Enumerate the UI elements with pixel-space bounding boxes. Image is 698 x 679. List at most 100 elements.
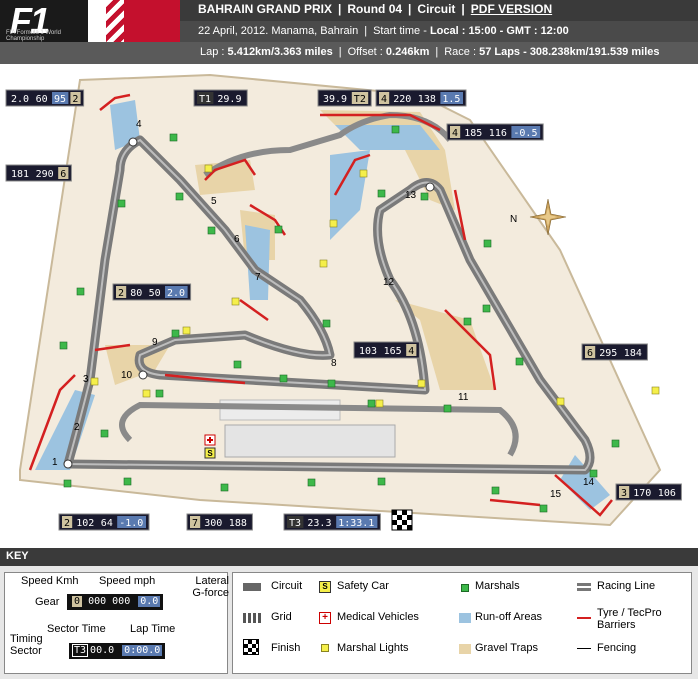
telemetry-value: 1:33.1 xyxy=(338,518,374,529)
bahrain-flag xyxy=(88,0,180,42)
marshal-post xyxy=(100,429,109,438)
key-circuit: Circuit xyxy=(271,580,303,592)
telemetry-value: 4 xyxy=(452,128,458,139)
telemetry-box-1: 2.0 60 95 2 xyxy=(5,89,85,107)
lap-length: 5.412km/3.363 miles xyxy=(227,46,333,58)
key-tyre: Tyre / TecPro Barriers xyxy=(597,607,662,631)
marshal-post xyxy=(63,479,72,488)
telemetry-value: 95 xyxy=(54,94,66,105)
telemetry-value: 6 xyxy=(60,169,66,180)
stats-row: Lap : 5.412km/3.363 miles | Offset : 0.246… xyxy=(0,42,698,64)
telemetry-value: 1.5 xyxy=(442,94,460,105)
turn-1-label: 1 xyxy=(52,457,58,468)
telemetry-box-4: 39.9 T2 xyxy=(317,89,372,107)
telemetry-value: 29.9 xyxy=(217,94,241,105)
fencing-key-icon xyxy=(577,648,591,649)
telemetry-value: -0.5 xyxy=(513,128,537,139)
pdf-version-link[interactable]: PDF VERSION xyxy=(471,2,552,16)
turn-4-marker xyxy=(128,137,138,147)
sample-timing-box: T3 00.0 0:00.0 xyxy=(69,643,166,659)
marshal-post xyxy=(207,226,216,235)
marshal-light xyxy=(375,399,384,408)
turn-1-marker xyxy=(63,459,73,469)
finish-icon xyxy=(243,639,259,655)
telemetry-value: 295 xyxy=(599,348,617,359)
marshal-post xyxy=(327,379,336,388)
key-safety-car: Safety Car xyxy=(337,580,389,592)
telemetry-box-3: T1 29.9 xyxy=(193,89,248,107)
circuit-map: S N 123456789101112131415 2.0 60 95 2181 290… xyxy=(0,68,698,543)
racing-line-key-icon xyxy=(577,583,591,591)
marshal-post xyxy=(377,477,386,486)
turn-6-label: 6 xyxy=(234,234,240,245)
turn-13-marker xyxy=(425,182,435,192)
marshal-post xyxy=(233,360,242,369)
telemetry-value: 50 xyxy=(149,288,161,299)
marshal-light xyxy=(142,389,151,398)
marshal-post xyxy=(220,483,229,492)
marshal-light xyxy=(417,379,426,388)
telemetry-box-12: T3 23.3 1:33.1 xyxy=(283,513,381,531)
marshal-key-icon xyxy=(461,584,469,592)
telemetry-value: 80 xyxy=(130,288,142,299)
race-title: BAHRAIN GRAND PRIX xyxy=(198,2,333,16)
telemetry-value: 4 xyxy=(381,94,387,105)
marshal-post xyxy=(171,329,180,338)
marshal-post xyxy=(483,239,492,248)
key-grid: Grid xyxy=(271,611,292,623)
marshal-post xyxy=(377,189,386,198)
turn-4-label: 4 xyxy=(136,119,142,130)
grid-icon xyxy=(243,613,261,623)
telemetry-value: 181 xyxy=(11,169,29,180)
marshal-post xyxy=(611,439,620,448)
turn-11-label: 11 xyxy=(458,392,469,403)
telemetry-value: 290 xyxy=(36,169,54,180)
marshal-post xyxy=(443,404,452,413)
key-finish: Finish xyxy=(271,642,301,654)
marshal-post xyxy=(279,374,288,383)
marshal-light xyxy=(90,377,99,386)
telemetry-box-10: 2 102 64 -1.0 xyxy=(58,513,150,531)
svg-text:S: S xyxy=(207,449,213,458)
marshal-post xyxy=(515,357,524,366)
telemetry-box-2: 181 290 6 xyxy=(5,164,72,182)
date-row: 22 April, 2012. Manama, Bahrain | Start ti… xyxy=(180,21,698,42)
circuit-link[interactable]: Circuit xyxy=(417,2,455,16)
marshal-light xyxy=(556,397,565,406)
circuit-icon xyxy=(243,583,261,591)
telemetry-value: 2 xyxy=(118,288,124,299)
f1-logo: F1 FIA Formula 1 World Championship xyxy=(0,0,88,42)
offset: 0.246km xyxy=(385,46,430,58)
telemetry-value: 116 xyxy=(489,128,507,139)
telemetry-box-5: 4 220 138 1.5 xyxy=(375,89,467,107)
telemetry-value: T2 xyxy=(354,94,366,105)
marshal-light xyxy=(319,259,328,268)
telemetry-value: 138 xyxy=(418,94,436,105)
marshal-post xyxy=(123,477,132,486)
telemetry-box-9: 6 295 184 xyxy=(581,343,648,361)
telemetry-box-8: 103 165 4 xyxy=(353,341,420,359)
turn-14-label: 14 xyxy=(583,477,595,488)
telemetry-value: 39.9 xyxy=(323,94,347,105)
telemetry-value: 2 xyxy=(72,94,78,105)
telemetry-box-6: 4 185 116 -0.5 xyxy=(446,123,544,141)
telemetry-value: 23.3 xyxy=(307,518,331,529)
telemetry-value: 220 xyxy=(393,94,411,105)
marshal-post xyxy=(482,304,491,313)
marshal-light xyxy=(359,169,368,178)
telemetry-value: 184 xyxy=(624,348,642,359)
turn-15-label: 15 xyxy=(550,489,562,500)
sample-speed-box: 0 000 000 0.0 xyxy=(67,594,164,610)
marshal-post xyxy=(367,399,376,408)
key-marshals: Marshals xyxy=(475,580,520,592)
telemetry-value: 3 xyxy=(621,488,627,499)
telemetry-value: 4 xyxy=(408,346,414,357)
marshal-post xyxy=(420,192,429,201)
telemetry-value: 300 xyxy=(204,518,222,529)
round: Round 04 xyxy=(347,2,403,16)
key-title: KEY xyxy=(0,548,698,566)
turn-9-label: 9 xyxy=(152,337,158,348)
compass-north: N xyxy=(510,214,517,225)
telemetry-value: 60 xyxy=(36,94,48,105)
telemetry-box-11: 7 300 188 xyxy=(186,513,253,531)
